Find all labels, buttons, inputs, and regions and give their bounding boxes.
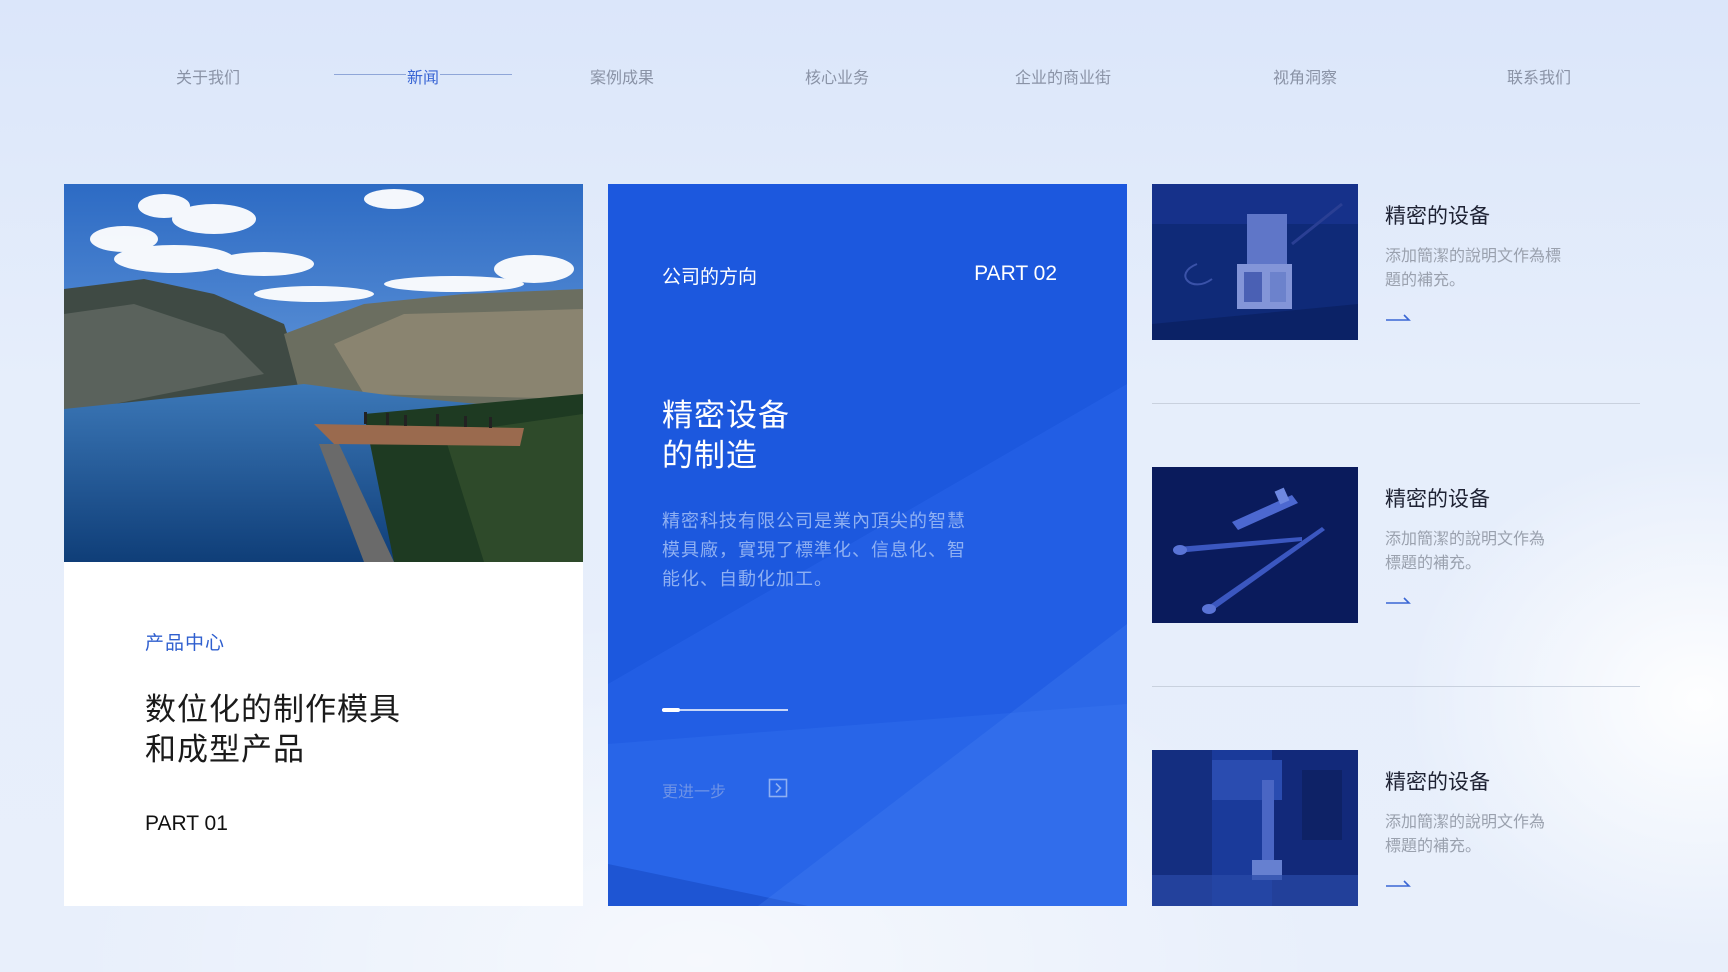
card-title-line1: 精密设备 bbox=[662, 398, 790, 434]
card-title: 数位化的制作模具 和成型产品 bbox=[145, 690, 401, 770]
progress-indicator bbox=[662, 708, 680, 712]
card-title-line1: 数位化的制作模具 bbox=[145, 692, 401, 728]
learn-more-link[interactable]: 更进一步 bbox=[662, 778, 726, 802]
nav-item-cases[interactable]: 案例成果 bbox=[590, 64, 654, 88]
item-description-line2: 標題的補充。 bbox=[1385, 836, 1482, 855]
arrow-right-icon[interactable] bbox=[1385, 312, 1411, 322]
card-heading: 公司的方向 bbox=[662, 266, 758, 288]
item-title: 精密的设备 bbox=[1385, 487, 1490, 511]
item-description-line1: 添加簡潔的說明文作為 bbox=[1385, 529, 1546, 548]
item-title: 精密的设备 bbox=[1385, 204, 1490, 228]
card-description: 精密科技有限公司是業內頂尖的智慧模具廠，實現了標準化、信息化、智能化、自動化加工… bbox=[662, 511, 966, 590]
card-title-line2: 和成型产品 bbox=[145, 732, 305, 768]
card-kicker: 产品中心 bbox=[145, 632, 226, 654]
progress-track bbox=[662, 709, 788, 711]
item-description-line1: 添加簡潔的說明文作為標 bbox=[1385, 246, 1562, 265]
list-divider bbox=[1152, 403, 1640, 404]
item-description: 添加簡潔的說明文作為 標題的補充。 bbox=[1385, 527, 1595, 575]
top-nav: 关于我们 新闻 案例成果 核心业务 企业的商业街 视角洞察 联系我们 bbox=[0, 64, 1728, 94]
list-divider bbox=[1152, 686, 1640, 687]
list-item[interactable]: 精密的设备 添加簡潔的說明文作為 標題的補充。 bbox=[1152, 467, 1640, 623]
nav-active-indicator-left bbox=[334, 74, 406, 75]
card-title: 精密设备 的制造 bbox=[662, 396, 790, 476]
arrow-box-icon[interactable] bbox=[768, 778, 788, 798]
list-item[interactable]: 精密的设备 添加簡潔的說明文作為 標題的補充。 bbox=[1152, 750, 1640, 906]
arrow-right-icon[interactable] bbox=[1385, 595, 1411, 605]
item-description-line1: 添加簡潔的說明文作為 bbox=[1385, 812, 1546, 831]
nav-item-about[interactable]: 关于我们 bbox=[176, 64, 240, 88]
card-title-line2: 的制造 bbox=[662, 438, 758, 474]
company-direction-card: 公司的方向 PART 02 精密设备 的制造 精密科技有限公司是業內頂尖的智慧模… bbox=[608, 184, 1127, 906]
nav-item-core-business[interactable]: 核心业务 bbox=[805, 64, 869, 88]
nav-active-indicator-right bbox=[440, 74, 512, 75]
item-description: 添加簡潔的說明文作為 標題的補充。 bbox=[1385, 810, 1595, 858]
arrow-right-icon[interactable] bbox=[1385, 878, 1411, 888]
nav-item-news[interactable]: 新闻 bbox=[407, 64, 439, 88]
nav-item-commercial-street[interactable]: 企业的商业街 bbox=[1015, 64, 1111, 88]
part-label: PART 02 bbox=[974, 262, 1057, 285]
item-description-line2: 題的補充。 bbox=[1385, 270, 1466, 289]
item-description-line2: 標題的補充。 bbox=[1385, 553, 1482, 572]
product-center-card[interactable]: 产品中心 数位化的制作模具 和成型产品 PART 01 bbox=[64, 184, 583, 906]
machinery-photo bbox=[1152, 750, 1358, 906]
nav-item-contact[interactable]: 联系我们 bbox=[1507, 64, 1571, 88]
item-title: 精密的设备 bbox=[1385, 770, 1490, 794]
part-label: PART 01 bbox=[145, 812, 228, 835]
equipment-photo bbox=[1152, 184, 1358, 340]
nav-item-insights[interactable]: 视角洞察 bbox=[1273, 64, 1337, 88]
list-item[interactable]: 精密的设备 添加簡潔的說明文作為標 題的補充。 bbox=[1152, 184, 1640, 340]
fjord-viewpoint-photo bbox=[64, 184, 583, 562]
pipette-photo bbox=[1152, 467, 1358, 623]
item-description: 添加簡潔的說明文作為標 題的補充。 bbox=[1385, 244, 1595, 292]
